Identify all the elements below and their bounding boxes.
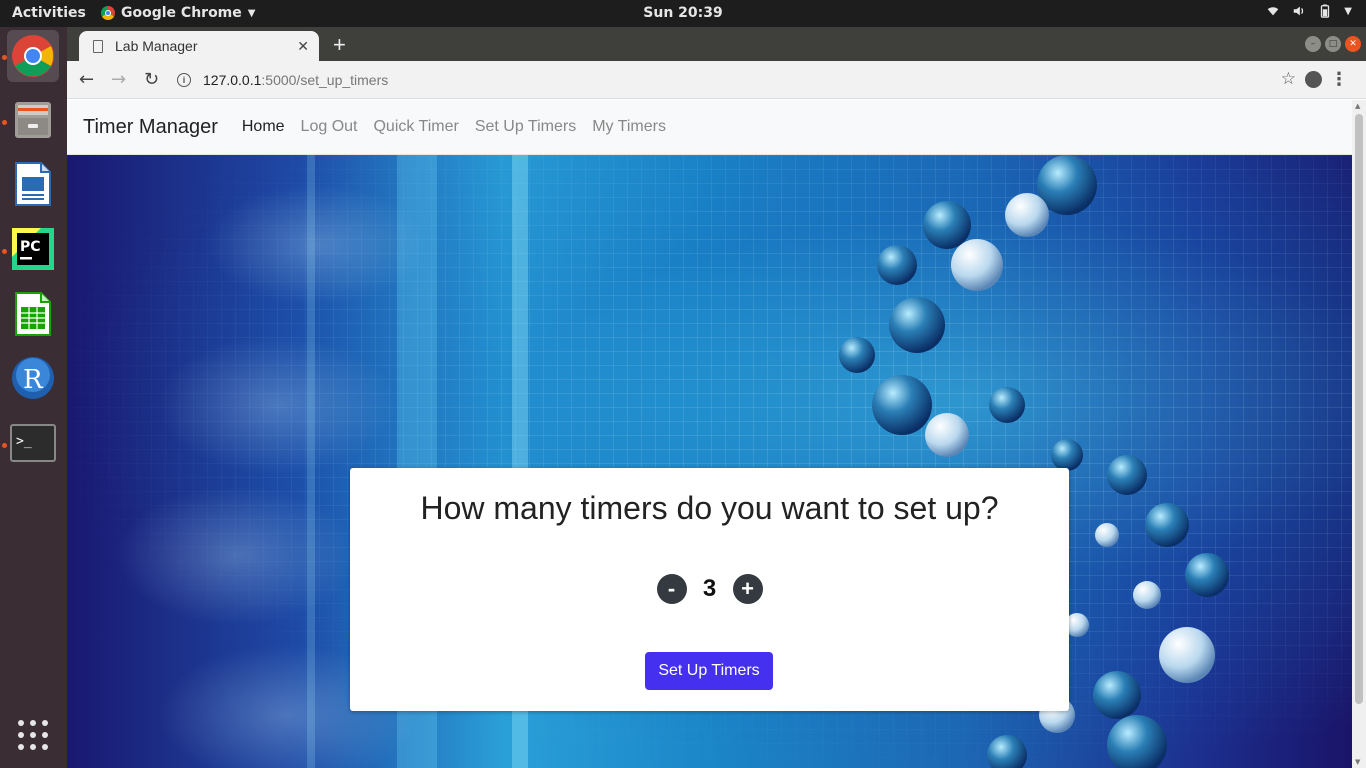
- web-page: Timer Manager Home Log Out Quick Timer S…: [67, 100, 1352, 768]
- dock-files[interactable]: [7, 94, 59, 146]
- timer-count-value: 3: [702, 575, 717, 602]
- chevron-down-icon: ▼: [1344, 5, 1352, 17]
- clock[interactable]: Sun 20:39: [0, 5, 1366, 21]
- set-up-timers-button[interactable]: Set Up Timers: [645, 652, 773, 690]
- nav-log-out[interactable]: Log Out: [301, 118, 358, 136]
- address-bar[interactable]: i 127.0.0.1:5000/set_up_timers: [177, 65, 1281, 95]
- show-applications-button[interactable]: [7, 709, 59, 761]
- dock-terminal[interactable]: >_: [7, 417, 59, 469]
- dock: PC R >_: [0, 27, 67, 768]
- timer-count-stepper: - 3 +: [350, 574, 1069, 604]
- terminal-icon: >_: [10, 424, 56, 462]
- system-top-bar: Activities Google Chrome ▼ Sun 20:39 ▼: [0, 0, 1366, 27]
- tab-strip: Lab Manager ✕ + – □ ✕: [67, 27, 1366, 61]
- dock-pycharm[interactable]: PC: [7, 223, 59, 275]
- increment-button[interactable]: +: [732, 574, 763, 604]
- more-menu-icon[interactable]: ⋮: [1330, 69, 1348, 90]
- setup-card: How many timers do you want to set up? -…: [350, 468, 1069, 711]
- nav-my-timers[interactable]: My Timers: [592, 118, 666, 136]
- minimize-button[interactable]: –: [1305, 36, 1321, 52]
- tab-title: Lab Manager: [115, 38, 198, 54]
- site-brand[interactable]: Timer Manager: [83, 116, 218, 139]
- svg-text:PC: PC: [20, 239, 41, 255]
- system-tray[interactable]: ▼: [1266, 4, 1352, 18]
- browser-toolbar: ← → ↻ i 127.0.0.1:5000/set_up_timers ☆ ⋮: [67, 61, 1366, 99]
- battery-icon: [1321, 4, 1330, 18]
- profile-avatar-icon[interactable]: [1305, 71, 1322, 88]
- dock-impress[interactable]: [7, 158, 59, 210]
- dock-r[interactable]: R: [7, 352, 59, 404]
- spreadsheet-document-icon: [15, 292, 51, 336]
- close-icon[interactable]: ✕: [297, 38, 309, 55]
- running-indicator: [2, 55, 7, 60]
- new-tab-button[interactable]: +: [333, 32, 346, 58]
- forward-arrow-icon[interactable]: →: [111, 69, 126, 90]
- chrome-icon: [12, 35, 54, 77]
- maximize-button[interactable]: □: [1325, 36, 1341, 52]
- scrollbar-thumb[interactable]: [1355, 114, 1363, 704]
- pycharm-icon: PC: [12, 228, 54, 270]
- browser-tab[interactable]: Lab Manager ✕: [79, 31, 319, 61]
- scroll-up-arrow-icon[interactable]: ▲: [1355, 102, 1360, 110]
- scroll-down-arrow-icon[interactable]: ▼: [1355, 758, 1360, 766]
- volume-icon: [1294, 6, 1304, 16]
- wifi-icon: [1268, 7, 1279, 16]
- svg-text:R: R: [23, 365, 44, 395]
- info-icon[interactable]: i: [177, 73, 191, 87]
- url-host: 127.0.0.1: [203, 72, 262, 88]
- r-language-icon: R: [12, 357, 54, 399]
- grid-icon: [18, 720, 48, 750]
- card-heading: How many timers do you want to set up?: [420, 490, 999, 526]
- nav-set-up-timers[interactable]: Set Up Timers: [475, 118, 576, 136]
- site-navbar: Timer Manager Home Log Out Quick Timer S…: [67, 100, 1352, 155]
- dna-background-image: How many timers do you want to set up? -…: [67, 155, 1352, 768]
- bookmark-star-icon[interactable]: ☆: [1281, 69, 1296, 89]
- running-indicator: [2, 249, 7, 254]
- reload-icon[interactable]: ↻: [144, 69, 159, 90]
- presentation-document-icon: [15, 162, 51, 206]
- svg-text:>_: >_: [16, 434, 32, 449]
- nav-home[interactable]: Home: [242, 118, 285, 136]
- browser-window: Lab Manager ✕ + – □ ✕ ← → ↻ i 127.0.0.1:…: [67, 27, 1366, 768]
- page-icon: [93, 39, 103, 53]
- url-path: :5000/set_up_timers: [261, 72, 389, 88]
- nav-quick-timer[interactable]: Quick Timer: [373, 118, 458, 136]
- dock-calc[interactable]: [7, 288, 59, 340]
- page-scrollbar[interactable]: ▲ ▼: [1352, 100, 1366, 768]
- running-indicator: [2, 443, 7, 448]
- decrement-button[interactable]: -: [656, 574, 687, 604]
- file-cabinet-icon: [15, 102, 51, 138]
- dock-chrome[interactable]: [7, 30, 59, 82]
- close-window-button[interactable]: ✕: [1345, 36, 1361, 52]
- back-arrow-icon[interactable]: ←: [79, 69, 94, 90]
- running-indicator: [2, 120, 7, 125]
